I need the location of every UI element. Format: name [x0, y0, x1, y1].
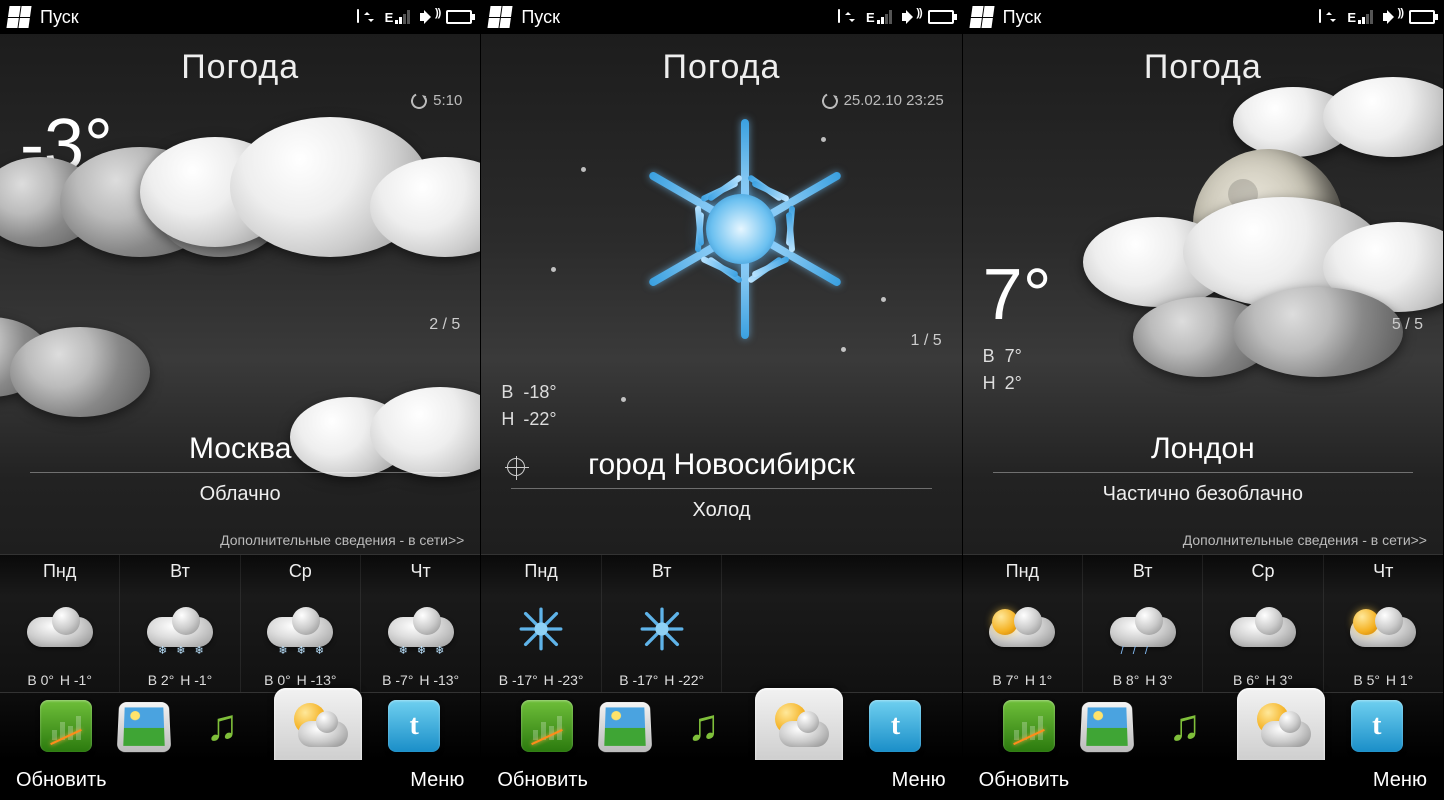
music-app-icon[interactable]: ♫	[1159, 700, 1211, 752]
softkey-right[interactable]: Меню	[892, 769, 946, 792]
stocks-app-icon[interactable]	[1003, 700, 1055, 752]
launcher-dock[interactable]: ♫ t	[0, 692, 480, 760]
start-label[interactable]: Пуск	[521, 7, 560, 28]
battery-icon	[446, 10, 472, 24]
snowflake-icon	[606, 586, 718, 672]
weather-panel[interactable]: Погода 5:10	[0, 34, 480, 554]
night-cloud-icon	[1328, 586, 1439, 672]
forecast-day[interactable]: Вт ❄ ❄ ❄ В 2° Н -1°	[120, 555, 240, 692]
forecast-strip[interactable]: Пнд В 0° Н -1° Вт ❄ ❄ ❄ В 2° Н -1° Ср ❄ …	[0, 554, 480, 692]
high-low: В-2° Н-6°	[20, 193, 460, 247]
forecast-day[interactable]: Вт В -17° Н -22°	[602, 555, 723, 692]
cloud-snow-icon: ❄ ❄ ❄	[365, 586, 476, 672]
forecast-empty	[722, 555, 842, 692]
forecast-day[interactable]: Пнд В 7° Н 1°	[963, 555, 1083, 692]
phone-screen: Пуск E )) Погода 25.02.10 23:25	[481, 0, 962, 800]
more-info-link[interactable]: Дополнительные сведения - в сети>>	[963, 532, 1427, 548]
photos-app-icon[interactable]	[598, 702, 652, 752]
current-temp: -3°	[20, 109, 460, 181]
snowflake-icon	[485, 586, 597, 672]
city-pager: 5 / 5	[1392, 316, 1423, 334]
cell-signal-icon	[838, 9, 856, 26]
rain-icon: / / /	[1087, 586, 1198, 672]
weather-app-icon[interactable]	[755, 688, 843, 760]
battery-icon	[928, 10, 954, 24]
windows-logo-icon[interactable]	[488, 6, 513, 28]
condition-text: Облачно	[0, 483, 480, 506]
softkey-bar: Обновить Меню	[481, 760, 961, 800]
gps-icon	[507, 458, 525, 476]
city-name[interactable]: Лондон	[993, 432, 1413, 473]
softkey-bar: Обновить Меню	[0, 760, 480, 800]
city-pager: 2 / 5	[429, 316, 460, 334]
forecast-day[interactable]: Ср ❄ ❄ ❄ В 0° Н -13°	[241, 555, 361, 692]
forecast-day[interactable]: Пнд В -17° Н -23°	[481, 555, 602, 692]
phone-screen: Пуск E )) Погода 5:10	[963, 0, 1444, 800]
softkey-left[interactable]: Обновить	[16, 769, 107, 792]
forecast-strip[interactable]: Пнд В 7° Н 1° Вт / / / В 8° Н 3° Ср В 6°…	[963, 554, 1443, 692]
photos-app-icon[interactable]	[1080, 702, 1134, 752]
forecast-day[interactable]: Чт В 5° Н 1°	[1324, 555, 1443, 692]
more-info-link[interactable]: Дополнительные сведения - в сети>>	[0, 532, 464, 548]
partly-sunny-icon	[967, 586, 1078, 672]
start-label[interactable]: Пуск	[1003, 7, 1042, 28]
cell-signal-icon	[1319, 9, 1337, 26]
softkey-right[interactable]: Меню	[410, 769, 464, 792]
volume-icon[interactable]: ))	[1383, 10, 1399, 24]
network-type-icon: E	[385, 10, 411, 25]
network-type-icon: E	[1347, 10, 1373, 25]
phone-screen: Пуск E )) Погода 5:10	[0, 0, 481, 800]
windows-logo-icon[interactable]	[6, 6, 31, 28]
cloud-snow-icon: ❄ ❄ ❄	[124, 586, 235, 672]
volume-icon[interactable]: ))	[420, 10, 436, 24]
music-app-icon[interactable]: ♫	[196, 700, 248, 752]
forecast-strip[interactable]: Пнд В -17° Н -23° Вт В -17° Н -22°	[481, 554, 961, 692]
launcher-dock[interactable]: ♫ t	[963, 692, 1443, 760]
high-low: В7° Н2°	[983, 343, 1423, 397]
city-name[interactable]: город Новосибирск	[511, 448, 931, 489]
forecast-empty	[842, 555, 962, 692]
weather-panel[interactable]: Погода 5:10 7° В7° Н2°	[963, 34, 1443, 554]
forecast-day[interactable]: Ср В 6° Н 3°	[1203, 555, 1323, 692]
weather-app-icon[interactable]	[274, 688, 362, 760]
volume-icon[interactable]: ))	[902, 10, 918, 24]
softkey-left[interactable]: Обновить	[497, 769, 588, 792]
softkey-right[interactable]: Меню	[1373, 769, 1427, 792]
network-type-icon: E	[866, 10, 892, 25]
weather-app-icon[interactable]	[1237, 688, 1325, 760]
forecast-day[interactable]: Вт / / / В 8° Н 3°	[1083, 555, 1203, 692]
city-name[interactable]: Москва	[30, 432, 450, 473]
page-title: Погода	[963, 48, 1443, 87]
page-title: Погода	[481, 48, 961, 87]
cloud-icon	[1207, 586, 1318, 672]
status-bar: Пуск E ))	[963, 0, 1443, 34]
softkey-bar: Обновить Меню	[963, 760, 1443, 800]
twitter-app-icon[interactable]: t	[388, 700, 440, 752]
condition-text: Холод	[481, 499, 961, 522]
status-bar: Пуск E ))	[0, 0, 480, 34]
cell-signal-icon	[357, 9, 375, 26]
twitter-app-icon[interactable]: t	[869, 700, 921, 752]
stocks-app-icon[interactable]	[521, 700, 573, 752]
twitter-app-icon[interactable]: t	[1351, 700, 1403, 752]
windows-logo-icon[interactable]	[969, 6, 994, 28]
battery-icon	[1409, 10, 1435, 24]
weather-panel[interactable]: Погода 25.02.10 23:25	[481, 34, 961, 554]
condition-text: Частично безоблачно	[963, 483, 1443, 506]
music-app-icon[interactable]: ♫	[677, 700, 729, 752]
high-low: В-18° Н-22°	[501, 379, 941, 433]
launcher-dock[interactable]: ♫ t	[481, 692, 961, 760]
start-label[interactable]: Пуск	[40, 7, 79, 28]
softkey-left[interactable]: Обновить	[979, 769, 1070, 792]
cloud-snow-icon: ❄ ❄ ❄	[245, 586, 356, 672]
photos-app-icon[interactable]	[117, 702, 171, 752]
stocks-app-icon[interactable]	[40, 700, 92, 752]
forecast-day[interactable]: Пнд В 0° Н -1°	[0, 555, 120, 692]
forecast-day[interactable]: Чт ❄ ❄ ❄ В -7° Н -13°	[361, 555, 480, 692]
status-bar: Пуск E ))	[481, 0, 961, 34]
page-title: Погода	[0, 48, 480, 87]
cloud-icon	[4, 586, 115, 672]
current-temp: 7°	[983, 259, 1423, 331]
city-pager: 1 / 5	[911, 332, 942, 350]
